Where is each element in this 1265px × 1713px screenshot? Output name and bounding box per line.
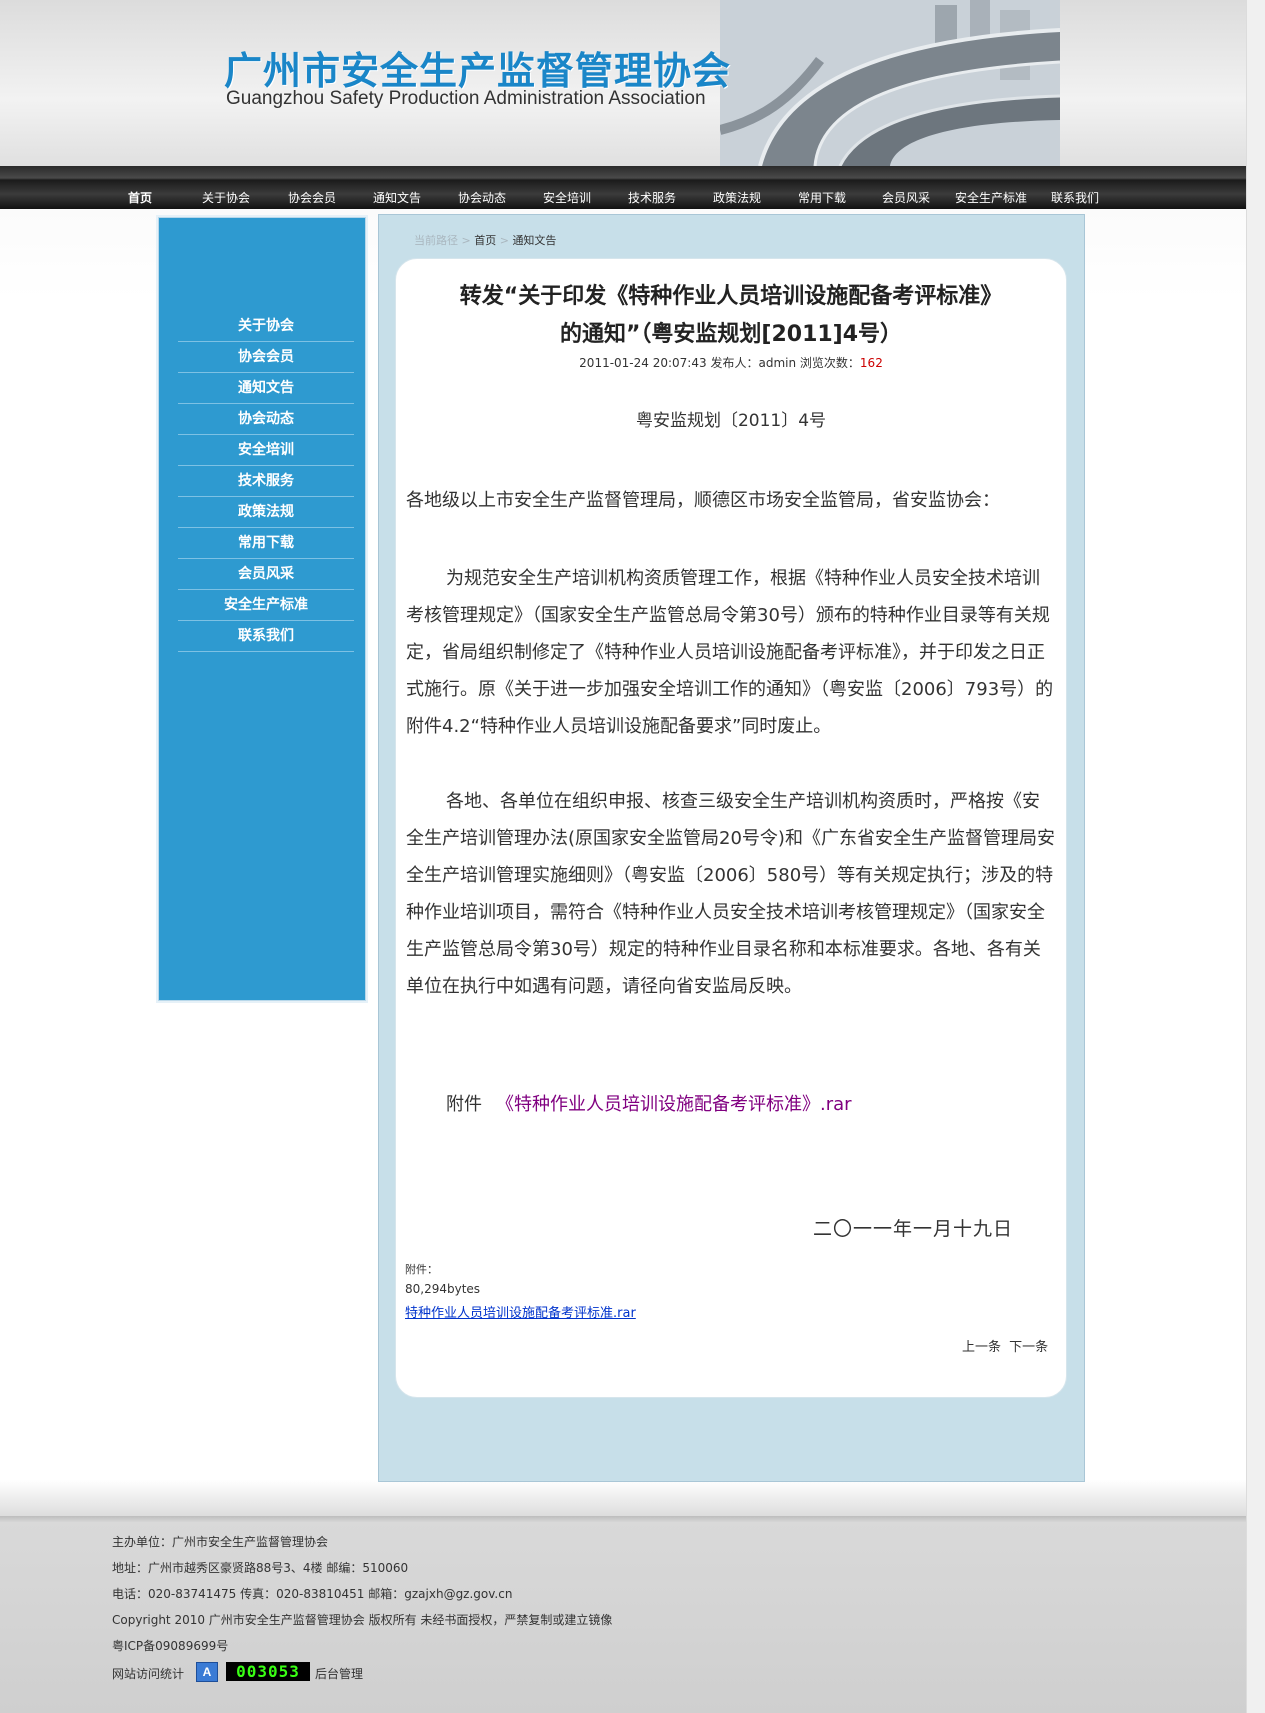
footer-icp[interactable]: 粤ICP备09089699号 [112,1637,228,1654]
sidebar-item-regulations[interactable]: 政策法规 [178,498,354,528]
publisher-name: admin [758,356,797,370]
views-label: 浏览次数： [799,356,860,370]
site-title-chinese: 广州市安全生产监督管理协会 [224,49,732,93]
breadcrumb-home-link[interactable]: 首页 [474,234,496,247]
article-title: 转发“关于印发《特种作业人员培训设施配备考评标准》 的通知”（粤安监规划[201… [398,278,1064,354]
article-pagination: 上一条 下一条 [958,1336,1048,1355]
nav-notices[interactable]: 通知文告 [362,188,432,208]
sidebar-item-safety-standards[interactable]: 安全生产标准 [178,591,354,621]
footer-host: 主办单位：广州市安全生产监督管理协会 [112,1535,329,1549]
breadcrumb-label: 当前路径 [414,234,458,247]
sidebar-item-contact[interactable]: 联系我们 [178,622,354,652]
footer-copyright: Copyright 2010 广州市安全生产监督管理协会 版权所有 未经书面授权… [112,1613,613,1627]
nav-about[interactable]: 关于协会 [191,188,261,208]
breadcrumb-current-link[interactable]: 通知文告 [512,234,556,247]
nav-news[interactable]: 协会动态 [447,188,517,208]
document-number: 粤安监规划〔2011〕4号 [635,411,827,431]
nav-regulations[interactable]: 政策法规 [702,188,772,208]
sidebar-item-about[interactable]: 关于协会 [178,312,354,342]
signature-date: 二〇一一年一月十九日 [813,1218,1014,1240]
highway-photo [720,0,1060,166]
admin-link[interactable]: 后台管理 [315,1665,363,1682]
inline-attachment: 附件 《特种作业人员培训设施配备考评标准》.rar [446,1090,852,1116]
nav-contact[interactable]: 联系我们 [1040,188,1110,208]
footer-contact: 电话：020-83741475 传真：020-83810451 邮箱：gzajx… [112,1587,513,1601]
next-article-link[interactable]: 下一条 [1009,1340,1048,1355]
breadcrumb: 当前路径 > 首页 > 通知文告 [414,232,556,248]
sidebar-item-news[interactable]: 协会动态 [178,405,354,435]
nav-tech-services[interactable]: 技术服务 [617,188,687,208]
nav-home[interactable]: 首页 [110,188,170,208]
visit-counter: 003053 [226,1662,310,1681]
views-count: 162 [859,356,883,370]
footer-stats-label: 网站访问统计 [112,1667,185,1681]
breadcrumb-separator: > [461,234,471,247]
sidebar-item-members[interactable]: 协会会员 [178,343,354,373]
nav-training[interactable]: 安全培训 [532,188,602,208]
sidebar-menu: 关于协会 协会会员 通知文告 协会动态 安全培训 技术服务 政策法规 常用下载 … [178,312,354,653]
sidebar-item-notices[interactable]: 通知文告 [178,374,354,404]
article-paragraph: 各地、各单位在组织申报、核查三级安全生产培训机构资质时，严格按《安全生产培训管理… [406,791,1055,997]
sidebar-item-tech-services[interactable]: 技术服务 [178,467,354,497]
publisher-label: 发布人： [710,356,759,370]
article-title-line2: 的通知”（粤安监规划[2011]4号） [559,322,903,347]
article-paragraph: 为规范安全生产培训机构资质管理工作，根据《特种作业人员安全技术培训考核管理规定》… [406,568,1054,737]
header-banner: 广州市安全生产监督管理协会 Guangzhou Safety Productio… [0,0,1246,166]
sidebar-item-training[interactable]: 安全培训 [178,436,354,466]
nav-member-showcase[interactable]: 会员风采 [871,188,941,208]
breadcrumb-separator: > [499,234,509,247]
stats-icon[interactable]: A [196,1662,218,1682]
previous-article-link[interactable]: 上一条 [962,1340,1001,1355]
attachment-file-size: 80,294bytes [405,1282,481,1296]
article-date: 2011-01-24 20:07:43 [579,356,707,370]
footer-divider [0,1516,1246,1522]
inline-attachment-link[interactable]: 《特种作业人员培训设施配备考评标准》.rar [496,1094,852,1115]
footer-address: 地址：广州市越秀区豪贤路88号3、4楼 邮编：510060 [112,1561,409,1575]
attachments-label: 附件： [405,1263,438,1276]
sidebar-item-member-showcase[interactable]: 会员风采 [178,560,354,590]
attachment-prefix: 附件 [446,1094,482,1115]
article-meta: 2011-01-24 20:07:43 发布人：admin 浏览次数：162 [398,354,1064,371]
article-paragraph: 各地级以上市安全生产监督管理局，顺德区市场安全监管局，省安监协会： [406,490,1000,511]
attachment-download-link[interactable]: 特种作业人员培训设施配备考评标准.rar [405,1302,636,1321]
nav-safety-standards[interactable]: 安全生产标准 [946,188,1036,208]
article-title-line1: 转发“关于印发《特种作业人员培训设施配备考评标准》 [459,284,1003,309]
vertical-scrollbar[interactable] [1246,0,1265,1713]
nav-members[interactable]: 协会会员 [277,188,347,208]
sidebar-item-downloads[interactable]: 常用下载 [178,529,354,559]
nav-downloads[interactable]: 常用下载 [787,188,857,208]
site-title-english: Guangzhou Safety Production Administrati… [226,88,706,109]
